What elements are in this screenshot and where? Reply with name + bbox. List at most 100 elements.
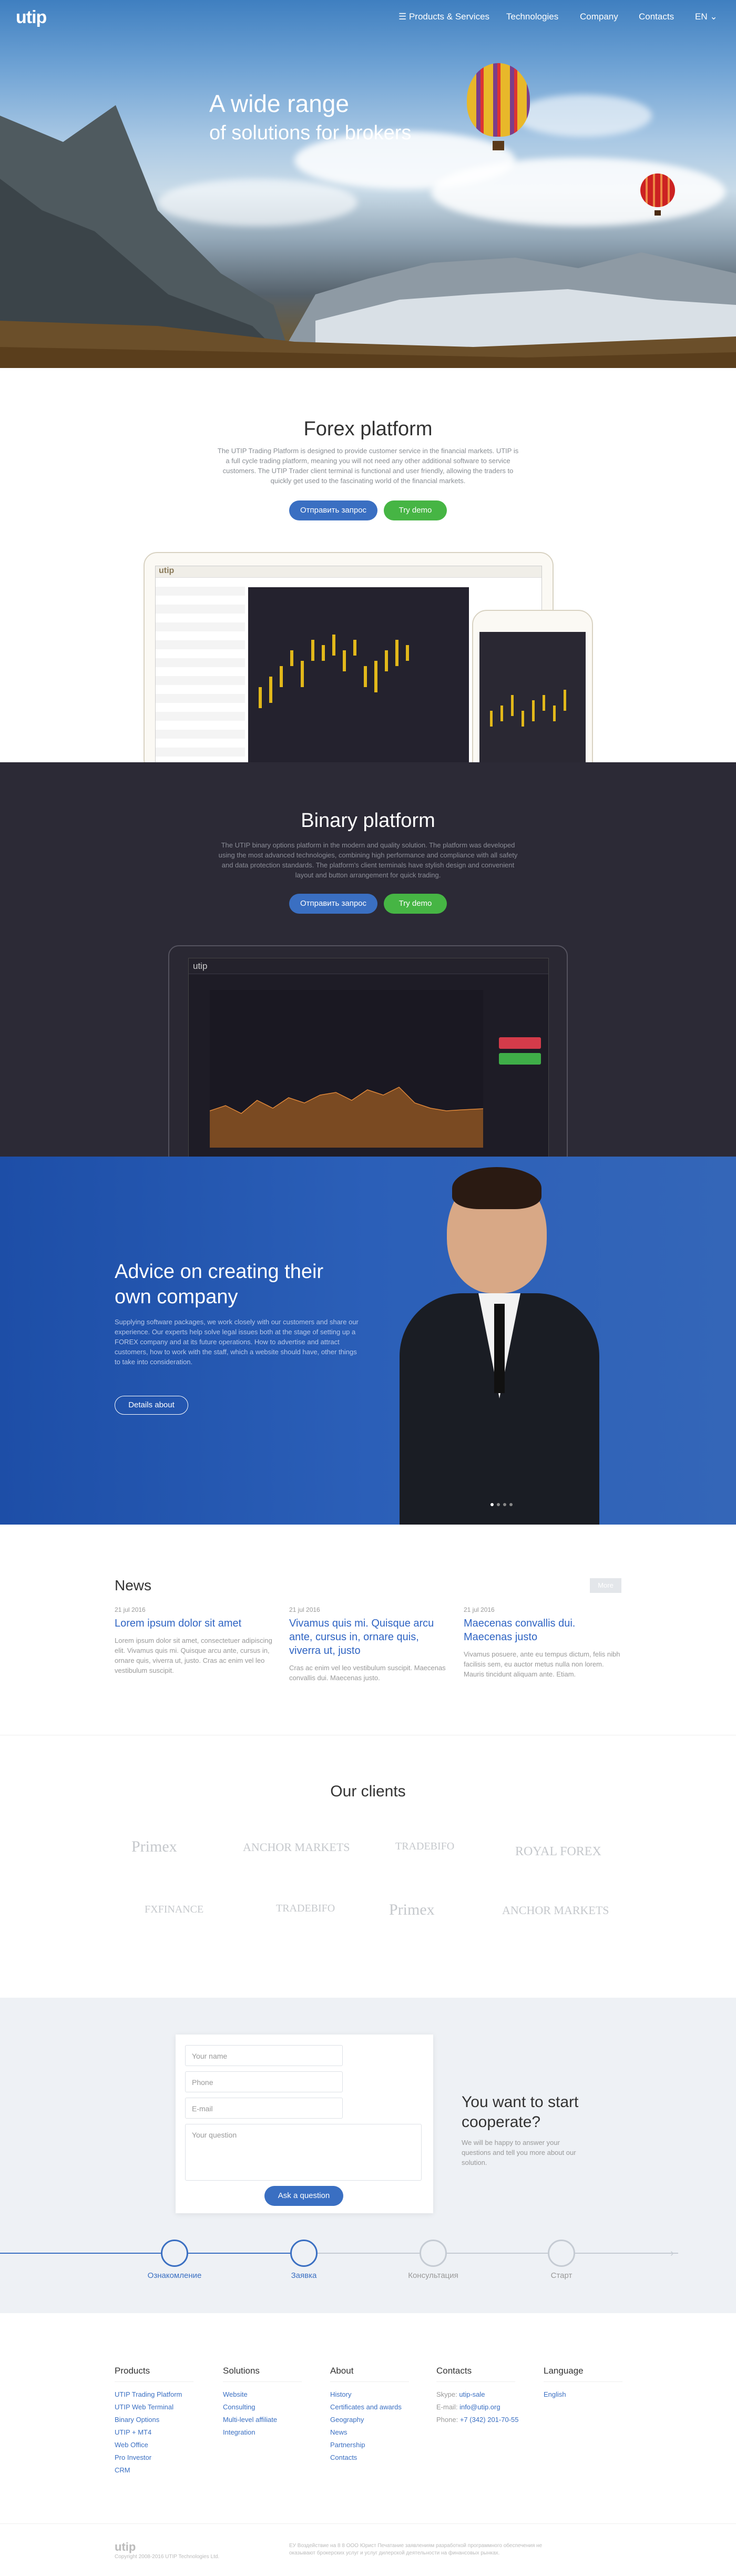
site-footer: Products UTIP Trading Platform UTIP Web …: [0, 2313, 736, 2576]
footer-heading: Products: [115, 2366, 193, 2382]
footer-heading: Contacts: [436, 2366, 515, 2382]
phone-screen: [479, 632, 586, 762]
phone-mockup: [472, 610, 593, 762]
footer-language: Language English: [544, 2366, 622, 2401]
client-logo-tradebifo-2: TRADEBIFO: [276, 1903, 335, 1914]
contact-title: You want to start cooperate?: [462, 2093, 579, 2131]
email-input[interactable]: E-mail: [185, 2098, 343, 2119]
advice-section: Advice on creating their own company Sup…: [0, 1157, 736, 1525]
contact-section: Your name Phone E-mail Your question Ask…: [0, 1998, 736, 2313]
news-title: News: [115, 1577, 152, 1593]
area-chart: [209, 1087, 484, 1148]
binary-terminal-logo: utip: [189, 958, 548, 974]
binary-request-button[interactable]: Отправить запрос: [289, 894, 377, 914]
step-icon-consultation: [420, 2240, 447, 2267]
question-textarea[interactable]: Your question: [185, 2124, 422, 2181]
step-icon-start: [548, 2240, 575, 2267]
news-excerpt: Lorem ipsum dolor sit amet, consectetuer…: [115, 1637, 272, 1674]
details-button[interactable]: Details about: [115, 1396, 188, 1415]
footer-link[interactable]: History: [330, 2388, 409, 2401]
binary-demo-button[interactable]: Try demo: [384, 894, 447, 914]
step-icon-acquaintance: [161, 2240, 188, 2267]
hero-section: utip ☰ Products & Services Technologies …: [0, 0, 736, 368]
footer-link[interactable]: Pro Investor: [115, 2451, 193, 2464]
footer-heading: Language: [544, 2366, 622, 2382]
step-label: Старт: [550, 2271, 573, 2280]
clients-title: Our clients: [330, 1783, 406, 1800]
footer-link[interactable]: Consulting: [223, 2401, 302, 2414]
footer-link[interactable]: Multi-level affiliate: [223, 2414, 302, 2426]
ask-question-button[interactable]: Ask a question: [264, 2186, 343, 2206]
footer-copyright: Copyright 2008-2016 UTIP Technologies Lt…: [115, 2554, 220, 2560]
news-item[interactable]: 21 jul 2016 Vivamus quis mi. Quisque arc…: [289, 1606, 447, 1683]
mountain-landscape: [0, 105, 736, 368]
client-logo-tradebifo: TRADEBIFO: [395, 1841, 455, 1852]
nav-contacts[interactable]: Contacts: [639, 12, 674, 22]
footer-link[interactable]: CRM: [115, 2464, 193, 2477]
news-headline[interactable]: Lorem ipsum dolor sit amet: [115, 1617, 272, 1630]
news-headline[interactable]: Maecenas convallis dui. Maecenas justo: [464, 1617, 621, 1644]
footer-link[interactable]: UTIP + MT4: [115, 2426, 193, 2439]
laptop-mockup: utip: [168, 945, 568, 1157]
footer-link[interactable]: News: [330, 2426, 409, 2439]
clients-section: Our clients Primex ANCHOR MARKETS TRADEB…: [0, 1735, 736, 1998]
footer-legal: ЕУ Воздействие на 8 8 ООО Юрист Печатани…: [289, 2543, 543, 2556]
nav-company[interactable]: Company: [580, 12, 618, 22]
forex-title: Forex platform: [303, 418, 433, 440]
footer-link[interactable]: Geography: [330, 2414, 409, 2426]
skype-link[interactable]: utip-sale: [459, 2390, 485, 2398]
news-more-button[interactable]: More: [590, 1578, 621, 1593]
email-link[interactable]: info@utip.org: [459, 2403, 500, 2411]
candlestick-chart: [259, 635, 409, 708]
businessman-photo: [368, 1157, 641, 1525]
terminal-logo: utip: [156, 566, 541, 578]
advice-text: Supplying software packages, we work clo…: [115, 1318, 359, 1366]
footer-products: Products UTIP Trading Platform UTIP Web …: [115, 2366, 193, 2477]
contact-text: We will be happy to answer your question…: [462, 2139, 576, 2166]
binary-section: Binary platform The UTIP binary options …: [0, 762, 736, 1157]
forex-demo-button[interactable]: Try demo: [384, 500, 447, 520]
footer-skype: Skype: utip-sale: [436, 2390, 485, 2398]
client-logo-fxfinance: FXFINANCE: [145, 1904, 204, 1915]
footer-link[interactable]: Binary Options: [115, 2414, 193, 2426]
client-logo-anchor-markets: ANCHOR MARKETS: [243, 1841, 350, 1854]
advice-title: Advice on creating their own company: [115, 1261, 324, 1308]
put-button[interactable]: [499, 1037, 541, 1049]
forex-request-button[interactable]: Отправить запрос: [289, 500, 377, 520]
language-selector[interactable]: EN ⌄: [695, 12, 718, 22]
phone-link[interactable]: +7 (342) 201-70-55: [460, 2416, 519, 2424]
footer-link[interactable]: Web Office: [115, 2439, 193, 2451]
footer-link[interactable]: Partnership: [330, 2439, 409, 2451]
slider-dots[interactable]: [489, 1499, 520, 1506]
news-item[interactable]: 21 jul 2016 Maecenas convallis dui. Maec…: [464, 1606, 621, 1679]
logo[interactable]: utip: [16, 7, 47, 28]
client-logo-anchor-markets-2: ANCHOR MARKETS: [502, 1904, 609, 1917]
footer-link[interactable]: Integration: [223, 2426, 302, 2439]
footer-email: E-mail: info@utip.org: [436, 2403, 500, 2411]
binary-title: Binary platform: [301, 810, 435, 832]
footer-link[interactable]: Website: [223, 2388, 302, 2401]
name-input[interactable]: Your name: [185, 2045, 343, 2066]
footer-heading: Solutions: [223, 2366, 302, 2382]
forex-text: The UTIP Trading Platform is designed to…: [217, 447, 519, 485]
footer-link[interactable]: Certificates and awards: [330, 2401, 409, 2414]
hero-title: A wide range: [209, 90, 349, 117]
footer-logo[interactable]: utip: [115, 2540, 136, 2554]
phone-candlestick-chart: [490, 690, 566, 727]
footer-link[interactable]: Contacts: [330, 2451, 409, 2464]
step-label: Заявка: [291, 2271, 317, 2280]
nav-technologies[interactable]: Technologies: [506, 12, 558, 22]
phone-input[interactable]: Phone: [185, 2071, 343, 2092]
news-item[interactable]: 21 jul 2016 Lorem ipsum dolor sit amet L…: [115, 1606, 272, 1675]
nav-products[interactable]: ☰ Products & Services: [398, 12, 489, 22]
site-header: utip ☰ Products & Services Technologies …: [0, 0, 736, 35]
news-headline[interactable]: Vivamus quis mi. Quisque arcu ante, curs…: [289, 1617, 447, 1658]
footer-link[interactable]: UTIP Trading Platform: [115, 2388, 193, 2401]
quotes-table: [156, 578, 245, 762]
hot-air-balloon-small: [640, 173, 675, 221]
footer-link[interactable]: UTIP Web Terminal: [115, 2401, 193, 2414]
footer-language-select[interactable]: English: [544, 2388, 622, 2401]
call-button[interactable]: [499, 1053, 541, 1065]
client-logo-primex-2: Primex: [389, 1901, 435, 1918]
news-date: 21 jul 2016: [289, 1606, 320, 1613]
